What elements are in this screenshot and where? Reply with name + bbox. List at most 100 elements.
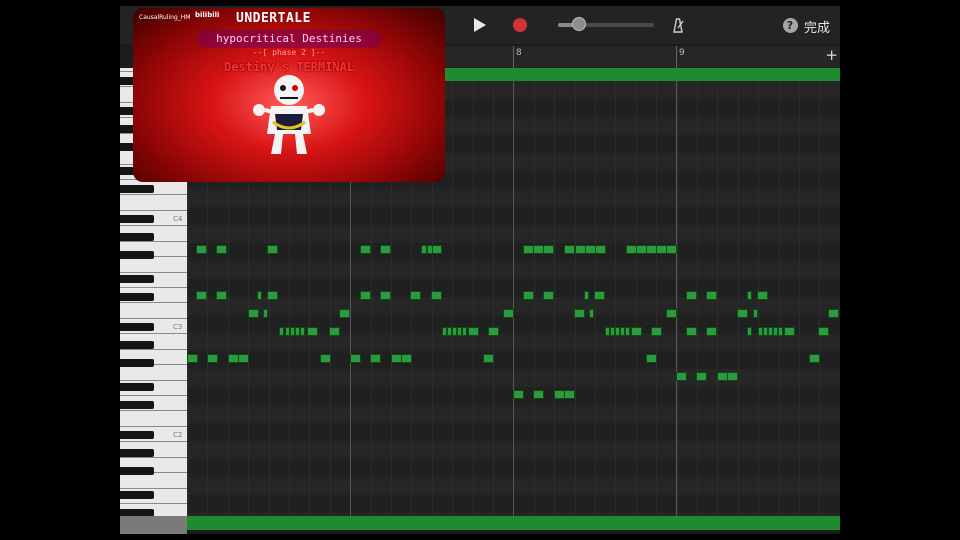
midi-note[interactable]: [216, 245, 227, 254]
midi-note[interactable]: [651, 327, 662, 336]
midi-note[interactable]: [196, 291, 207, 300]
midi-note[interactable]: [523, 291, 534, 300]
midi-note[interactable]: [631, 327, 642, 336]
midi-note[interactable]: [307, 327, 318, 336]
black-key[interactable]: [120, 233, 154, 241]
midi-note[interactable]: [513, 390, 524, 399]
midi-note[interactable]: [589, 309, 594, 318]
midi-note[interactable]: [503, 309, 514, 318]
black-key[interactable]: [120, 215, 154, 223]
midi-region-footer[interactable]: [187, 516, 840, 530]
midi-note[interactable]: [625, 327, 630, 336]
white-key[interactable]: [120, 303, 187, 319]
midi-note[interactable]: [828, 309, 839, 318]
midi-note[interactable]: [757, 291, 768, 300]
midi-note[interactable]: [267, 291, 278, 300]
midi-note[interactable]: [584, 291, 589, 300]
midi-note[interactable]: [410, 291, 421, 300]
midi-note[interactable]: [401, 354, 412, 363]
midi-note[interactable]: [594, 291, 605, 300]
midi-note[interactable]: [747, 327, 752, 336]
midi-note[interactable]: [462, 327, 467, 336]
white-key[interactable]: [120, 473, 187, 489]
black-key[interactable]: [120, 449, 154, 457]
midi-note[interactable]: [360, 245, 371, 254]
midi-note[interactable]: [432, 245, 442, 254]
metronome-button[interactable]: [666, 13, 690, 37]
midi-note[interactable]: [431, 291, 442, 300]
done-button[interactable]: 完成: [804, 17, 830, 36]
black-key[interactable]: [120, 185, 154, 193]
play-button[interactable]: [468, 13, 492, 37]
midi-note[interactable]: [238, 354, 249, 363]
help-button[interactable]: ?: [778, 13, 802, 37]
black-key[interactable]: [120, 491, 154, 499]
midi-note[interactable]: [483, 354, 494, 363]
midi-note[interactable]: [267, 245, 278, 254]
midi-note[interactable]: [706, 291, 717, 300]
midi-note[interactable]: [564, 245, 575, 254]
midi-note[interactable]: [350, 354, 361, 363]
midi-note[interactable]: [706, 327, 717, 336]
midi-note[interactable]: [595, 245, 606, 254]
midi-note[interactable]: [320, 354, 331, 363]
midi-note[interactable]: [360, 291, 371, 300]
midi-note[interactable]: [727, 372, 738, 381]
midi-note[interactable]: [753, 309, 758, 318]
midi-note[interactable]: [533, 390, 544, 399]
midi-note[interactable]: [370, 354, 381, 363]
midi-note[interactable]: [666, 309, 677, 318]
black-key[interactable]: [120, 401, 154, 409]
midi-note[interactable]: [784, 327, 795, 336]
midi-note[interactable]: [216, 291, 227, 300]
video-overlay[interactable]: CausalRuling_HM bilibili UNDERTALE hypoc…: [133, 8, 445, 182]
midi-note[interactable]: [300, 327, 305, 336]
black-key[interactable]: [120, 251, 154, 259]
midi-note[interactable]: [818, 327, 829, 336]
white-key[interactable]: [120, 257, 187, 273]
midi-note[interactable]: [543, 291, 554, 300]
midi-note[interactable]: [747, 291, 752, 300]
midi-note[interactable]: [468, 327, 479, 336]
midi-note[interactable]: [686, 291, 697, 300]
midi-note[interactable]: [809, 354, 820, 363]
white-key[interactable]: [120, 411, 187, 427]
midi-note[interactable]: [380, 291, 391, 300]
midi-note[interactable]: [696, 372, 707, 381]
black-key[interactable]: [120, 431, 154, 439]
add-button[interactable]: +: [825, 48, 838, 63]
midi-note[interactable]: [196, 245, 207, 254]
white-key[interactable]: [120, 195, 187, 211]
black-key[interactable]: [120, 359, 154, 367]
volume-slider-knob[interactable]: [572, 17, 587, 31]
black-key[interactable]: [120, 383, 154, 391]
black-key[interactable]: [120, 275, 154, 283]
black-key[interactable]: [120, 341, 154, 349]
midi-note[interactable]: [329, 327, 340, 336]
midi-note[interactable]: [564, 390, 575, 399]
midi-note[interactable]: [279, 327, 284, 336]
midi-note[interactable]: [686, 327, 697, 336]
midi-note[interactable]: [207, 354, 218, 363]
black-key[interactable]: [120, 293, 154, 301]
record-button[interactable]: [508, 13, 532, 37]
midi-note[interactable]: [737, 309, 748, 318]
midi-note[interactable]: [676, 372, 687, 381]
midi-note[interactable]: [543, 245, 554, 254]
midi-note[interactable]: [263, 309, 268, 318]
volume-slider[interactable]: [558, 17, 654, 31]
black-key[interactable]: [120, 467, 154, 475]
midi-note[interactable]: [574, 309, 585, 318]
midi-note[interactable]: [666, 245, 677, 254]
black-key[interactable]: [120, 323, 154, 331]
midi-note[interactable]: [257, 291, 262, 300]
midi-note[interactable]: [646, 354, 657, 363]
midi-note[interactable]: [187, 354, 198, 363]
white-key[interactable]: [120, 365, 187, 381]
beat-line: [534, 81, 535, 516]
midi-note[interactable]: [778, 327, 783, 336]
midi-note[interactable]: [339, 309, 350, 318]
midi-note[interactable]: [488, 327, 499, 336]
midi-note[interactable]: [248, 309, 259, 318]
midi-note[interactable]: [380, 245, 391, 254]
